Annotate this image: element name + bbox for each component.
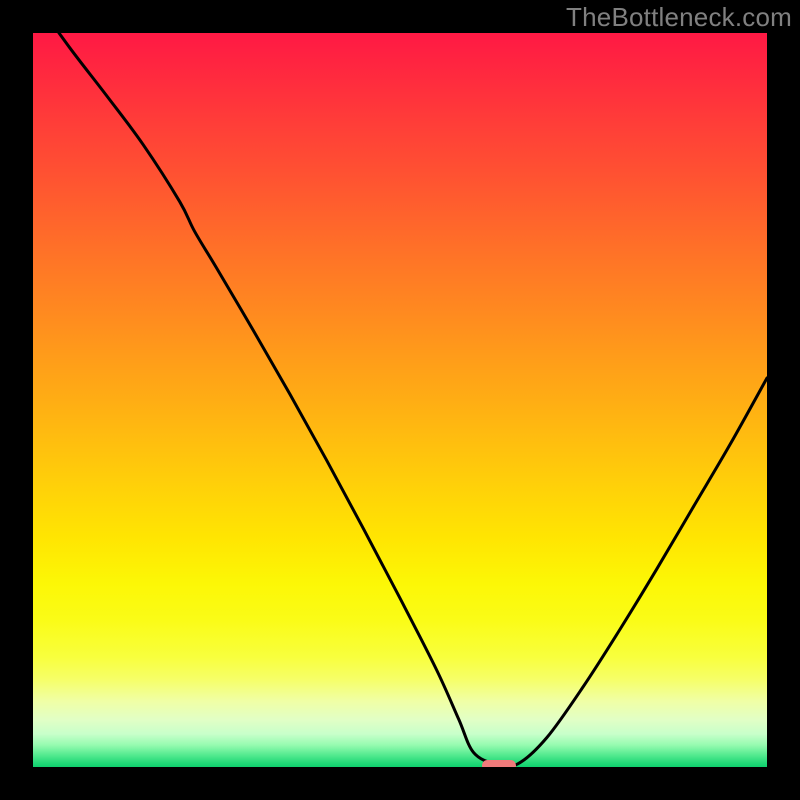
chart-container: TheBottleneck.com [0, 0, 800, 800]
bottleneck-curve [33, 33, 767, 767]
watermark-text: TheBottleneck.com [566, 2, 792, 33]
plot-area [33, 33, 767, 767]
optimal-point-marker [482, 760, 516, 767]
